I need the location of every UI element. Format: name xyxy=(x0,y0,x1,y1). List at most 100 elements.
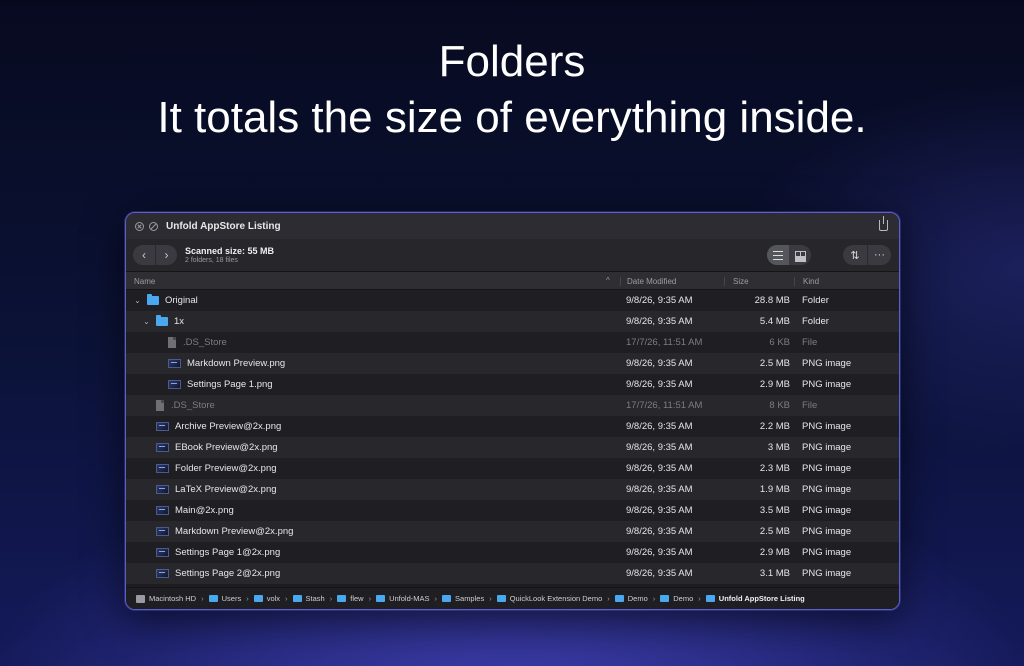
breadcrumb-separator-icon: › xyxy=(434,594,438,603)
column-name[interactable]: Name xyxy=(134,277,155,286)
breadcrumb-item[interactable]: Stash xyxy=(292,594,325,603)
breadcrumb-label: Samples xyxy=(455,594,485,603)
table-row[interactable]: LaTeX Preview@2x.png 9/8/26, 9:35 AM 1.9 M… xyxy=(126,479,899,500)
date-cell: 9/8/26, 9:35 AM xyxy=(626,463,693,474)
name-cell: Archive Preview@2x.png xyxy=(142,421,281,432)
column-size[interactable]: Size xyxy=(724,277,749,286)
table-row[interactable]: ⌄ Original 9/8/26, 9:35 AM 28.8 MB Folder xyxy=(126,290,899,311)
grid-view-button[interactable] xyxy=(789,245,811,265)
table-row[interactable]: .DS_Store 17/7/26, 11:51 AM 8 KB File xyxy=(126,395,899,416)
image-file-icon xyxy=(156,422,169,431)
folder-icon xyxy=(156,315,168,326)
name-cell: Folder Preview@2x.png xyxy=(142,463,277,474)
table-row[interactable]: Archive Preview@2x.png 9/8/26, 9:35 AM 2.2… xyxy=(126,416,899,437)
folder-icon xyxy=(147,294,159,305)
breadcrumb-label: Demo xyxy=(673,594,694,603)
kind-cell: PNG image xyxy=(802,547,852,558)
disclosure-chevron-icon[interactable]: ⌄ xyxy=(133,296,142,305)
breadcrumb-separator-icon: › xyxy=(246,594,249,603)
share-icon[interactable] xyxy=(879,216,888,231)
hero-title: Folders xyxy=(438,37,586,86)
breadcrumb-label: Unfold-MAS xyxy=(389,594,430,603)
image-file-icon xyxy=(156,464,169,473)
table-row[interactable]: Markdown Preview.png 9/8/26, 9:35 AM 2.5 M… xyxy=(126,353,899,374)
sort-indicator-icon: ^ xyxy=(606,276,610,285)
date-cell: 9/8/26, 9:35 AM xyxy=(626,526,693,537)
kind-cell: PNG image xyxy=(802,379,852,390)
image-file-icon xyxy=(156,548,169,557)
date-cell: 9/8/26, 9:35 AM xyxy=(626,505,693,516)
stop-icon[interactable] xyxy=(149,221,158,231)
table-row[interactable]: ⌄ 1x 9/8/26, 9:35 AM 5.4 MB Folder xyxy=(126,311,899,332)
file-name: EBook Preview@2x.png xyxy=(175,442,278,453)
image-file-icon xyxy=(156,443,169,452)
kind-cell: PNG image xyxy=(802,442,852,453)
folder-icon xyxy=(292,595,302,602)
size-cell: 2.9 MB xyxy=(759,547,790,558)
breadcrumb-item[interactable]: Demo xyxy=(614,594,648,603)
kind-cell: File xyxy=(802,337,818,348)
table-row[interactable]: Settings Page 1@2x.png 9/8/26, 9:35 AM 2.9… xyxy=(126,542,899,563)
scanned-size: Scanned size: 55 MB xyxy=(185,246,275,256)
breadcrumb-separator-icon: › xyxy=(489,594,492,603)
breadcrumb-item[interactable]: QuickLook Extension Demo xyxy=(496,594,602,603)
breadcrumb-item[interactable]: Samples xyxy=(442,594,484,603)
hero-subtitle: It totals the size of everything inside. xyxy=(157,93,867,142)
folder-icon xyxy=(705,595,715,602)
file-list: ⌄ Original 9/8/26, 9:35 AM 28.8 MB Folder ⌄ 1x… xyxy=(126,290,899,584)
table-row[interactable]: .DS_Store 17/7/26, 11:51 AM 6 KB File xyxy=(126,332,899,353)
breadcrumb-item[interactable]: flew xyxy=(337,594,364,603)
size-cell: 6 KB xyxy=(769,337,790,348)
list-icon xyxy=(773,250,783,260)
folder-icon xyxy=(337,595,347,602)
breadcrumb-separator-icon: › xyxy=(285,594,288,603)
table-row[interactable]: Folder Preview@2x.png 9/8/26, 9:35 AM 2.3 … xyxy=(126,458,899,479)
breadcrumb-item[interactable]: volx xyxy=(253,594,280,603)
size-cell: 3.1 MB xyxy=(759,568,790,579)
table-row[interactable]: Markdown Preview@2x.png 9/8/26, 9:35 AM 2.… xyxy=(126,521,899,542)
date-cell: 17/7/26, 11:51 AM xyxy=(626,337,703,348)
breadcrumb-item[interactable]: Unfold AppStore Listing xyxy=(705,594,805,603)
table-header: Name ^ Date Modified Size Kind xyxy=(126,271,899,290)
file-name: Archive Preview@2x.png xyxy=(175,421,282,432)
disclosure-chevron-icon[interactable]: ⌄ xyxy=(142,317,151,326)
nav-button-group: ‹ › xyxy=(133,245,177,265)
breadcrumb-item[interactable]: Macintosh HD xyxy=(136,594,196,603)
close-icon[interactable] xyxy=(135,221,144,231)
list-view-button[interactable] xyxy=(767,245,789,265)
action-group: ⇅ ··· xyxy=(843,245,891,265)
breadcrumb-label: Stash xyxy=(305,594,325,603)
table-row[interactable]: EBook Preview@2x.png 9/8/26, 9:35 AM 3 MB P… xyxy=(126,437,899,458)
table-row[interactable]: Settings Page 2@2x.png 9/8/26, 9:35 AM 3.1… xyxy=(126,563,899,584)
breadcrumb-item[interactable]: Users xyxy=(208,594,241,603)
table-row[interactable]: Settings Page 1.png 9/8/26, 9:35 AM 2.9 MB… xyxy=(126,374,899,395)
image-file-icon xyxy=(156,527,169,536)
size-cell: 2.2 MB xyxy=(759,421,790,432)
breadcrumb-item[interactable]: Demo xyxy=(660,594,693,603)
forward-button[interactable]: › xyxy=(155,245,177,265)
kind-cell: PNG image xyxy=(802,358,852,369)
date-cell: 9/8/26, 9:35 AM xyxy=(626,442,693,453)
disk-icon xyxy=(136,594,145,603)
back-button[interactable]: ‹ xyxy=(133,245,155,265)
table-row[interactable]: Main@2x.png 9/8/26, 9:35 AM 3.5 MB PNG imag… xyxy=(126,500,899,521)
file-name: 1x xyxy=(174,316,185,327)
name-cell: Settings Page 1.png xyxy=(154,379,273,390)
more-button[interactable]: ··· xyxy=(867,245,891,265)
folder-icon xyxy=(253,595,263,602)
column-date[interactable]: Date Modified xyxy=(620,277,676,286)
breadcrumb-label: Unfold AppStore Listing xyxy=(718,594,805,603)
window-title: Unfold AppStore Listing xyxy=(166,220,281,232)
breadcrumb-item[interactable]: Unfold-MAS xyxy=(376,594,430,603)
size-cell: 2.5 MB xyxy=(759,358,790,369)
sort-button[interactable]: ⇅ xyxy=(843,245,867,265)
date-cell: 9/8/26, 9:35 AM xyxy=(626,421,693,432)
kind-cell: Folder xyxy=(802,316,829,327)
date-cell: 17/7/26, 11:51 AM xyxy=(626,400,703,411)
breadcrumb-label: Demo xyxy=(627,594,648,603)
date-cell: 9/8/26, 9:35 AM xyxy=(626,316,693,327)
title-bar: Unfold AppStore Listing xyxy=(126,213,899,239)
size-cell: 2.3 MB xyxy=(759,463,790,474)
column-kind[interactable]: Kind xyxy=(794,277,819,286)
file-name: .DS_Store xyxy=(183,337,227,348)
